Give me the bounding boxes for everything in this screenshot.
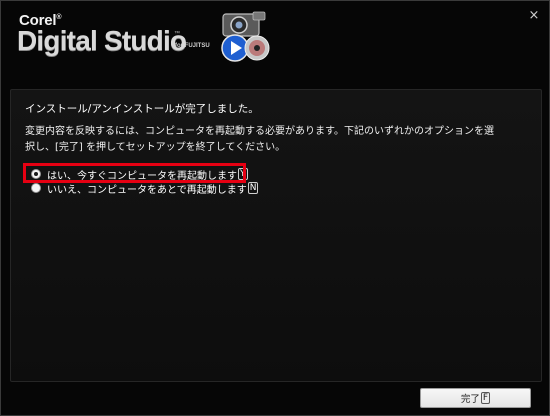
brand-trademark: ™ <box>174 31 180 37</box>
description-line: 変更内容を反映するには、コンピュータを再起動する必要があります。下記のいずれかの… <box>25 126 494 137</box>
restart-later-option[interactable]: いいえ、コンピュータをあとで再起動します N <box>31 181 259 196</box>
description: 変更内容を反映するには、コンピュータを再起動する必要があります。下記のいずれかの… <box>25 124 495 156</box>
content-panel: インストール/アンインストールが完了しました。 変更内容を反映するには、コンピュ… <box>10 89 542 382</box>
finish-button[interactable]: 完了 F <box>420 388 531 408</box>
restart-later-radio[interactable] <box>31 183 41 193</box>
close-icon: × <box>528 7 540 23</box>
brand-subtitle: for FUJITSU <box>175 43 210 49</box>
installer-window: Corel® Digital Studio ™ for FUJITSU × イン… <box>0 0 550 416</box>
highlight-box <box>23 163 246 183</box>
finish-hotkey: F <box>480 392 491 404</box>
brand-title: Digital Studio <box>17 25 187 56</box>
close-button[interactable]: × <box>526 7 542 23</box>
finish-label: 完了 <box>460 394 480 405</box>
description-line: 択し、[完了] を押してセットアップを終了してください。 <box>25 142 286 153</box>
page-title: インストール/アンインストールが完了しました。 <box>25 103 259 115</box>
camera-play-disc-icon <box>221 11 270 62</box>
restart-later-hotkey: N <box>247 182 259 194</box>
